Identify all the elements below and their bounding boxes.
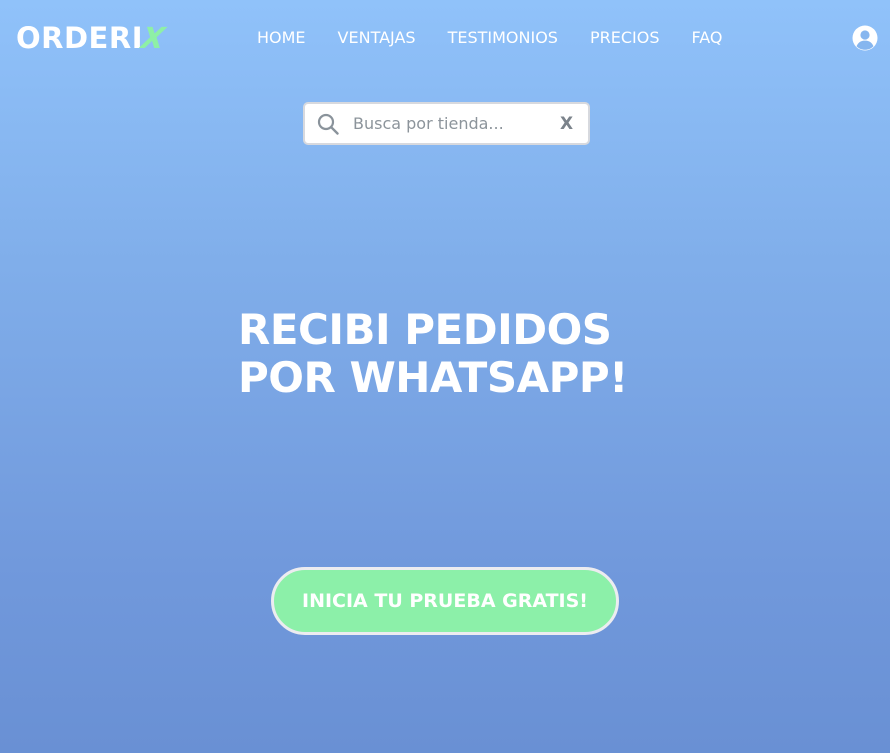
nav-testimonios[interactable]: TESTIMONIOS: [448, 28, 558, 48]
search-icon: [317, 113, 339, 135]
nav-ventajas[interactable]: VENTAJAS: [338, 28, 416, 48]
hero-title: RECIBI PEDIDOS POR WHATSAPP!: [238, 306, 628, 402]
user-circle-icon[interactable]: [851, 24, 879, 52]
clear-search-button[interactable]: X: [560, 113, 573, 135]
hero-title-line-2: POR WHATSAPP!: [238, 353, 628, 402]
hero-title-line-1: RECIBI PEDIDOS: [238, 305, 612, 354]
logo-accent: X: [139, 21, 168, 55]
nav-home[interactable]: HOME: [257, 28, 306, 48]
search-input[interactable]: [353, 110, 543, 137]
nav-precios[interactable]: PRECIOS: [590, 28, 660, 48]
main-nav: HOME VENTAJAS TESTIMONIOS PRECIOS FAQ: [257, 28, 754, 48]
search-box: X: [303, 102, 590, 145]
nav-faq[interactable]: FAQ: [691, 28, 722, 48]
logo-text: ORDERI: [16, 21, 143, 55]
logo[interactable]: ORDERIX: [16, 19, 168, 57]
start-trial-button[interactable]: INICIA TU PRUEBA GRATIS!: [271, 567, 619, 635]
